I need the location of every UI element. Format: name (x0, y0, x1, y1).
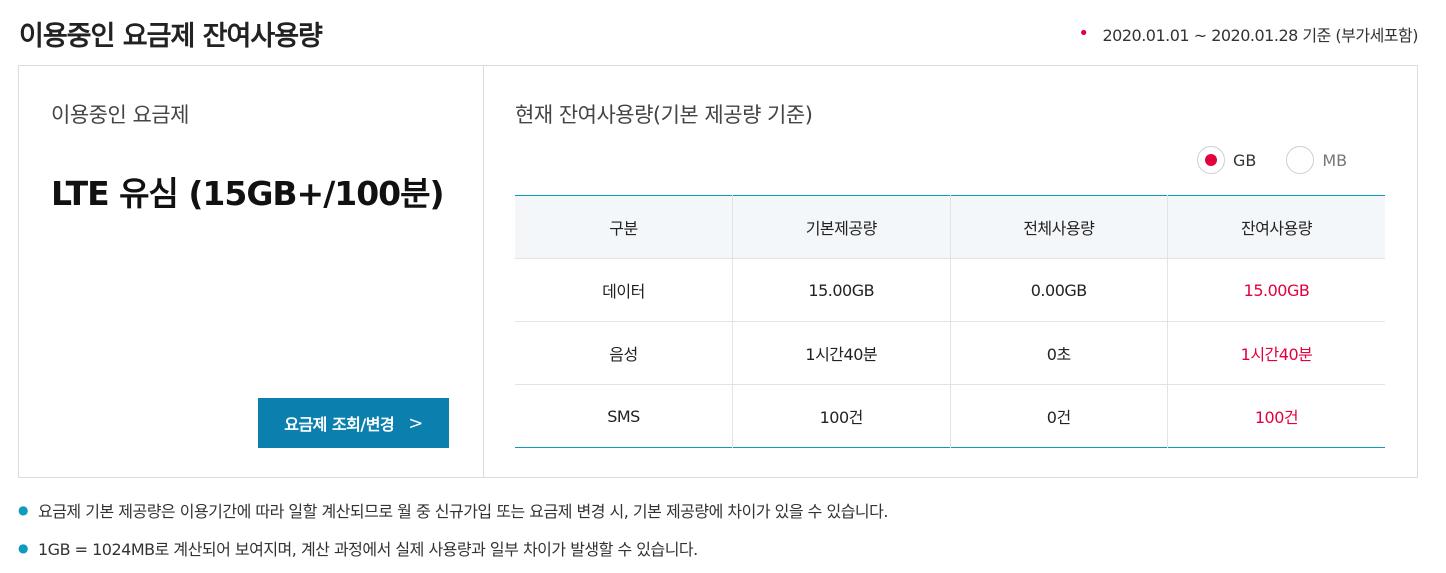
usage-table: 구분 기본제공량 전체사용량 잔여사용량 데이터 15.00GB 0.00GB … (515, 195, 1385, 448)
bullet-icon: ● (18, 503, 28, 517)
plan-button-label: 요금제 조회/변경 (284, 415, 395, 434)
current-plan-label: 이용중인 요금제 (51, 103, 189, 127)
table-row: 데이터 15.00GB 0.00GB 15.00GB (515, 258, 1385, 322)
usage-panel: 이용중인 요금제 LTE 유심 (15GB+/100분) 요금제 조회/변경 >… (18, 65, 1418, 478)
cell-remain: 15.00GB (1167, 258, 1385, 322)
cell-used: 0.00GB (949, 258, 1168, 322)
cell-remain: 100건 (1167, 384, 1385, 448)
remaining-usage-label: 현재 잔여사용량(기본 제공량 기준) (515, 103, 813, 127)
column-header: 전체사용량 (949, 195, 1168, 259)
note-text: 1GB = 1024MB로 계산되어 보여지며, 계산 과정에서 실제 사용량과… (37, 540, 698, 559)
plan-name: LTE 유심 (15GB+/100분) (51, 174, 445, 213)
column-header: 구분 (515, 195, 733, 259)
radio-selected-icon (1197, 146, 1225, 174)
unit-radio-mb[interactable]: MB (1286, 146, 1347, 174)
column-header: 기본제공량 (732, 195, 950, 259)
cell-used: 0초 (949, 321, 1168, 385)
unit-label-mb: MB (1322, 150, 1348, 170)
unit-label-gb: GB (1233, 150, 1257, 170)
current-plan-section: 이용중인 요금제 LTE 유심 (15GB+/100분) 요금제 조회/변경 > (19, 66, 484, 477)
unit-radio-gb[interactable]: GB (1197, 146, 1256, 174)
table-header-row: 구분 기본제공량 전체사용량 잔여사용량 (515, 195, 1385, 259)
cell-type: SMS (607, 406, 640, 426)
bullet-icon: • (1078, 23, 1089, 44)
cell-used: 0건 (949, 384, 1168, 448)
chevron-right-icon: > (408, 412, 423, 434)
plan-view-change-button[interactable]: 요금제 조회/변경 > (258, 398, 449, 448)
notes-list: ● 요금제 기본 제공량은 이용기간에 따라 일할 계산되므로 월 중 신규가입… (18, 498, 888, 573)
cell-base: 1시간40분 (732, 321, 950, 385)
cell-remain: 1시간40분 (1167, 321, 1385, 385)
page-title: 이용중인 요금제 잔여사용량 (19, 21, 323, 52)
unit-toggle: GB MB (1197, 146, 1347, 174)
list-item: ● 요금제 기본 제공량은 이용기간에 따라 일할 계산되므로 월 중 신규가입… (18, 498, 888, 522)
bullet-icon: ● (18, 541, 28, 555)
cell-base: 100건 (732, 384, 950, 448)
note-text: 요금제 기본 제공량은 이용기간에 따라 일할 계산되므로 월 중 신규가입 또… (37, 502, 888, 521)
cell-type: 음성 (515, 321, 733, 385)
table-row: 음성 1시간40분 0초 1시간40분 (515, 321, 1385, 385)
period-text: 2020.01.01 ~ 2020.01.28 기준 (부가세포함) (1102, 26, 1419, 45)
cell-type: 데이터 (515, 258, 733, 322)
period-info: • 2020.01.01 ~ 2020.01.28 기준 (부가세포함) (1078, 22, 1418, 46)
column-header: 잔여사용량 (1167, 195, 1385, 259)
radio-unselected-icon (1286, 146, 1315, 174)
list-item: ● 1GB = 1024MB로 계산되어 보여지며, 계산 과정에서 실제 사용… (18, 536, 888, 560)
table-row: SMS 100건 0건 100건 (515, 384, 1385, 448)
cell-base: 15.00GB (732, 258, 950, 322)
